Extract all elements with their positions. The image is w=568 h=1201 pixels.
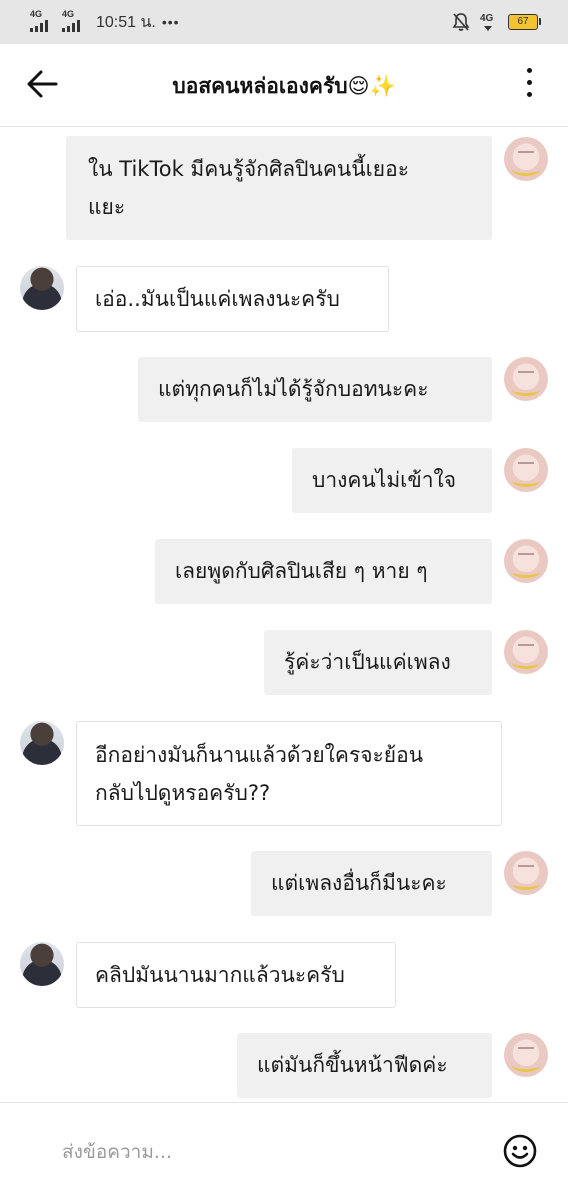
message-line: อีกอย่างมันก็นานแล้วด้วยใครจะย้อน (95, 743, 424, 767)
signal-2-label: 4G (62, 9, 75, 19)
my-avatar[interactable] (504, 851, 548, 895)
message-bubble[interactable]: รู้ค่ะว่าเป็นแค่เพลง (264, 630, 492, 695)
message-line: เอ่อ..มันเป็นแค่เพลงนะครับ (95, 287, 340, 311)
message-bubble[interactable]: บางคนไม่เข้าใจ (292, 448, 492, 513)
chat-header: บอสคนหล่อเองครับ😌✨ (0, 44, 568, 127)
my-avatar[interactable] (504, 448, 548, 492)
message-line: แต่เพลงอื่นก็มีนะคะ (271, 871, 447, 895)
message-bubble[interactable]: เอ่อ..มันเป็นแค่เพลงนะครับ (76, 266, 389, 332)
my-avatar[interactable] (504, 1033, 548, 1077)
message-line: เลยพูดกับศิลปินเสีย ๆ หาย ๆ (175, 559, 428, 583)
message-line: คลิปมันนานมากแล้วนะครับ (95, 963, 345, 987)
bell-muted-icon (452, 13, 470, 31)
my-avatar[interactable] (504, 539, 548, 583)
message-line: บางคนไม่เข้าใจ (312, 468, 457, 492)
message-bubble[interactable]: แต่มันก็ขึ้นหน้าฟีดค่ะ (237, 1033, 492, 1098)
message-line: แต่ทุกคนก็ไม่ได้รู้จักบอทนะคะ (158, 377, 429, 401)
contact-avatar[interactable] (20, 942, 64, 986)
message-line: กลับไปดูหรอครับ?? (95, 781, 271, 805)
signal-1-label: 4G (30, 9, 43, 19)
message-line: ใน TikTok มีคนรู้จักศิลปินคนนี้เยอะ (88, 157, 409, 181)
status-bar: 4G 4G 10:51 น. ••• 4G 67 (0, 0, 568, 44)
message-bubble[interactable]: เลยพูดกับศิลปินเสีย ๆ หาย ๆ (155, 539, 492, 604)
battery-level: 67 (517, 16, 529, 27)
battery-icon: 67 (508, 14, 541, 30)
message-bubble[interactable]: ใน TikTok มีคนรู้จักศิลปินคนนี้เยอะ แยะ (66, 136, 492, 240)
signal-icon: 4G (62, 10, 88, 34)
status-right: 4G 67 (452, 8, 541, 36)
message-line: แยะ (88, 195, 126, 219)
message-bubble[interactable]: คลิปมันนานมากแล้วนะครับ (76, 942, 396, 1008)
smiley-icon[interactable] (502, 1133, 538, 1169)
message-line: แต่มันก็ขึ้นหน้าฟีดค่ะ (257, 1053, 448, 1077)
my-avatar[interactable] (504, 357, 548, 401)
my-avatar[interactable] (504, 137, 548, 181)
message-bubble[interactable]: อีกอย่างมันก็นานแล้วด้วยใครจะย้อน กลับไป… (76, 721, 502, 826)
message-line: รู้ค่ะว่าเป็นแค่เพลง (284, 650, 451, 674)
chat-title: บอสคนหล่อเองครับ😌✨ (172, 74, 396, 98)
message-input[interactable] (62, 1141, 442, 1163)
my-avatar[interactable] (504, 630, 548, 674)
clock: 10:51 น. (96, 13, 156, 31)
signal-icon: 4G (30, 10, 56, 34)
message-bubble[interactable]: แต่เพลงอื่นก็มีนะคะ (251, 851, 492, 916)
contact-avatar[interactable] (20, 721, 64, 765)
network-label: 4G (480, 13, 494, 24)
more-vertical-icon[interactable] (524, 68, 534, 102)
message-input-bar (0, 1102, 568, 1201)
message-bubble[interactable]: แต่ทุกคนก็ไม่ได้รู้จักบอทนะคะ (138, 357, 492, 422)
status-left: 4G 4G 10:51 น. ••• (30, 8, 180, 36)
network-4g-icon: 4G (480, 11, 498, 33)
more-notifications-icon: ••• (161, 14, 180, 30)
contact-avatar[interactable] (20, 266, 64, 310)
